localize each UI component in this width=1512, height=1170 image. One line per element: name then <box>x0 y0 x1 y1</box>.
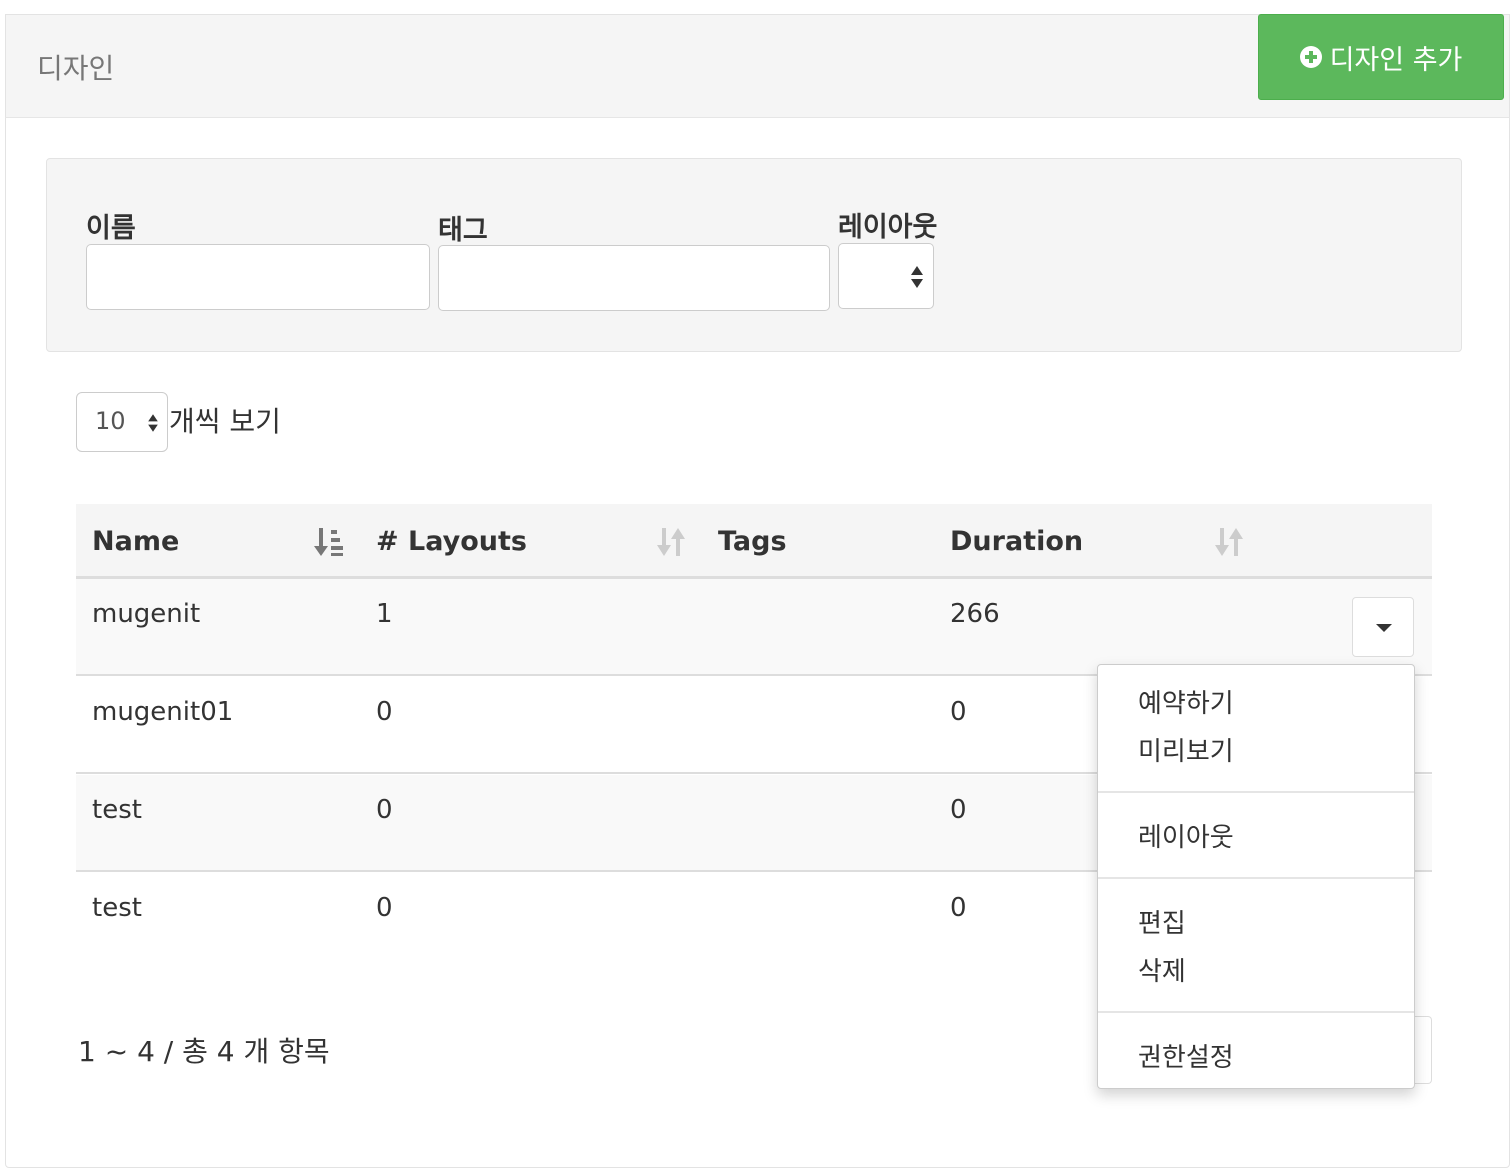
row-actions-menu: 예약하기 미리보기 레이아웃 편집 삭제 권한설정 <box>1097 664 1415 1089</box>
sort-asc-icon[interactable] <box>314 526 344 558</box>
table-header: Name # Layouts Tags Duration <box>76 504 1432 579</box>
cell-layouts: 0 <box>376 697 393 727</box>
select-arrows-icon <box>911 266 923 288</box>
sort-both-icon[interactable] <box>656 526 686 558</box>
menu-item-layout[interactable]: 레이아웃 <box>1138 817 1234 854</box>
row-actions-toggle[interactable] <box>1352 597 1414 657</box>
menu-divider <box>1098 791 1414 793</box>
column-header-duration[interactable]: Duration <box>950 526 1083 557</box>
name-filter-input[interactable] <box>86 244 430 310</box>
menu-item-edit[interactable]: 편집 <box>1138 903 1186 940</box>
page-title: 디자인 <box>37 52 115 85</box>
menu-item-permissions[interactable]: 권한설정 <box>1138 1037 1234 1074</box>
cell-layouts: 0 <box>376 795 393 825</box>
column-header-tags: Tags <box>718 526 787 557</box>
menu-divider <box>1098 877 1414 879</box>
cell-name: mugenit <box>92 599 201 629</box>
cell-duration: 266 <box>950 599 1000 629</box>
menu-item-delete[interactable]: 삭제 <box>1138 951 1186 988</box>
cell-duration: 0 <box>950 893 967 923</box>
column-header-layouts[interactable]: # Layouts <box>376 526 527 557</box>
cell-duration: 0 <box>950 697 967 727</box>
layout-filter-select[interactable] <box>838 243 934 309</box>
menu-item-schedule[interactable]: 예약하기 <box>1138 683 1234 720</box>
cell-name: test <box>92 795 142 825</box>
page-length-select[interactable]: 10 <box>76 392 168 452</box>
tag-filter-input[interactable] <box>438 245 830 311</box>
menu-item-preview[interactable]: 미리보기 <box>1138 731 1234 768</box>
cell-layouts: 1 <box>376 599 393 629</box>
sort-both-icon[interactable] <box>1214 526 1244 558</box>
page-length-suffix: 개씩 보기 <box>169 405 281 438</box>
add-design-label: 디자인 추가 <box>1329 44 1463 76</box>
column-header-name[interactable]: Name <box>92 526 179 557</box>
cell-name: test <box>92 893 142 923</box>
menu-divider <box>1098 1011 1414 1013</box>
cell-layouts: 0 <box>376 893 393 923</box>
select-arrows-icon <box>148 414 158 432</box>
table-info: 1 ~ 4 / 총 4 개 항목 <box>78 1035 330 1068</box>
add-design-button[interactable]: 디자인 추가 <box>1258 14 1504 100</box>
page-length-value: 10 <box>95 407 126 435</box>
tag-filter-label: 태그 <box>438 215 488 246</box>
layout-filter-label: 레이아웃 <box>838 212 938 243</box>
table-row: mugenit 1 266 <box>76 579 1432 676</box>
name-filter-label: 이름 <box>86 213 136 244</box>
plus-circle-icon <box>1299 46 1322 68</box>
cell-duration: 0 <box>950 795 967 825</box>
caret-down-icon <box>1376 624 1392 632</box>
cell-name: mugenit01 <box>92 697 234 727</box>
